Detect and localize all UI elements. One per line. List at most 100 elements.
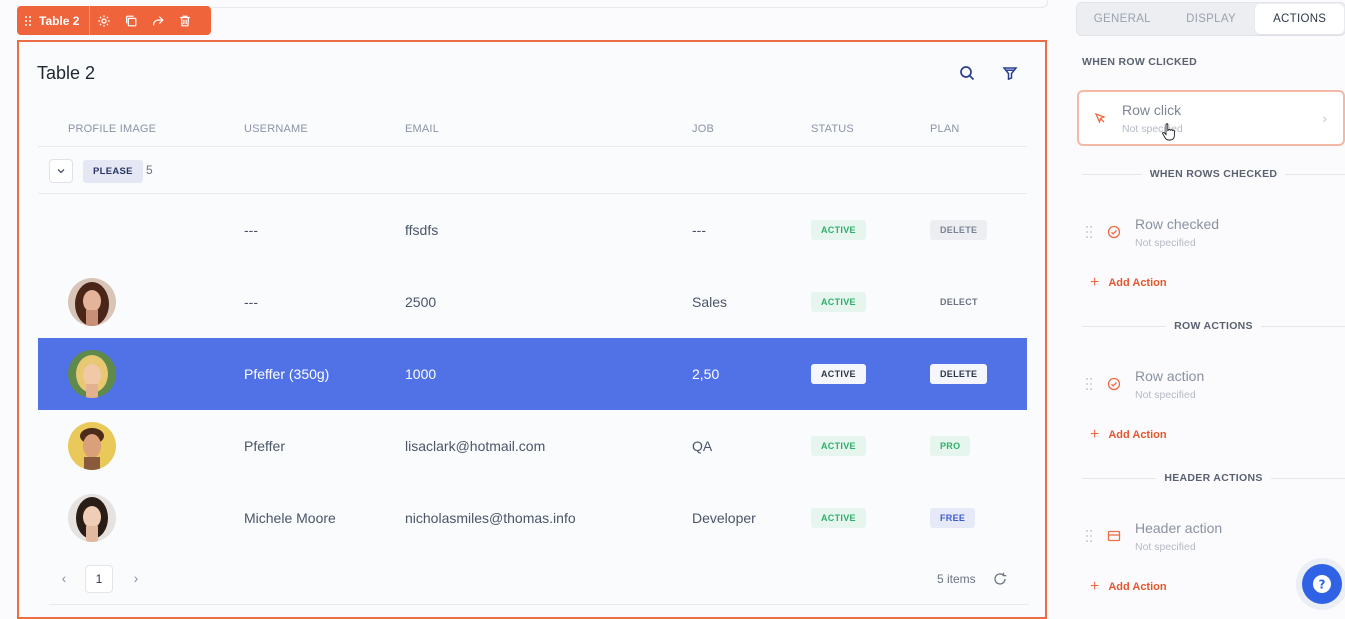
section-title: WHEN ROW CLICKED — [1082, 56, 1198, 68]
username-cell: --- — [244, 222, 258, 238]
tab-general[interactable]: GENERAL — [1078, 4, 1167, 34]
table-row[interactable]: Pfeffer lisaclark@hotmail.com QA ACTIVE … — [38, 410, 1027, 482]
avatar — [68, 350, 116, 398]
plan-badge: PRO — [930, 436, 971, 456]
table-header-row: PROFILE IMAGE USERNAME EMAIL JOB STATUS … — [38, 112, 1027, 146]
group-collapse-button[interactable] — [49, 159, 73, 183]
filter-icon[interactable] — [1001, 64, 1019, 82]
action-subtitle: Not specified — [1135, 389, 1196, 401]
username-cell: Michele Moore — [244, 510, 336, 526]
add-action-button[interactable]: + Add Action — [1090, 579, 1167, 595]
status-badge: ACTIVE — [811, 292, 866, 312]
group-row: PLEASE 5 — [38, 147, 1027, 193]
page-number-button[interactable]: 1 — [85, 565, 113, 593]
drag-handle-icon[interactable] — [17, 15, 39, 27]
job-cell: QA — [692, 438, 713, 454]
svg-text:?: ? — [1319, 578, 1326, 592]
plus-icon: + — [1090, 274, 1100, 291]
group-label-badge: PLEASE — [83, 160, 143, 183]
table-row-selected[interactable]: Pfeffer (350g) 1000 2,50 ACTIVE DELETE — [38, 338, 1027, 410]
table-title: Table 2 — [37, 63, 96, 83]
section-title: ROW ACTIONS — [1082, 320, 1345, 332]
hand-cursor-icon — [1162, 123, 1175, 141]
cursor-click-icon — [1093, 111, 1107, 125]
plan-badge: DELETE — [930, 220, 988, 240]
status-badge: ACTIVE — [811, 436, 866, 456]
help-button[interactable]: ? — [1302, 564, 1342, 604]
help-icon: ? — [1313, 575, 1331, 593]
status-badge: ACTIVE — [811, 220, 866, 240]
inspector-tabs: GENERAL DISPLAY ACTIONS — [1076, 2, 1345, 36]
check-circle-icon — [1107, 225, 1121, 239]
job-cell: 2,50 — [692, 366, 720, 382]
username-cell: --- — [244, 294, 258, 310]
table-row[interactable]: --- ffsdfs --- ACTIVE DELETE — [38, 194, 1027, 266]
plus-icon: + — [1090, 426, 1100, 443]
avatar — [68, 494, 116, 542]
action-label: Header action — [1135, 520, 1223, 536]
column-header[interactable]: STATUS — [811, 112, 854, 146]
chevron-right-icon: › — [1322, 110, 1327, 126]
items-count: 5 items — [937, 572, 976, 586]
job-cell: --- — [692, 222, 706, 238]
row-action-item[interactable]: Row action Not specified — [1082, 363, 1345, 407]
trash-icon[interactable] — [171, 6, 198, 35]
table-row[interactable]: Michele Moore nicholasmiles@thomas.info … — [38, 482, 1027, 554]
column-header[interactable]: PROFILE IMAGE — [68, 112, 156, 146]
avatar — [68, 422, 116, 470]
username-cell: Pfeffer (350g) — [244, 366, 330, 382]
add-action-button[interactable]: + Add Action — [1090, 275, 1167, 291]
next-page-button[interactable]: › — [128, 570, 144, 586]
column-header[interactable]: JOB — [692, 112, 714, 146]
status-badge: ACTIVE — [811, 508, 866, 528]
inspector-panel: GENERAL DISPLAY ACTIONS WHEN ROW CLICKED… — [1060, 0, 1345, 619]
widget-toolbar[interactable]: Table 2 — [17, 6, 211, 35]
refresh-icon[interactable] — [992, 571, 1008, 587]
drag-handle-icon[interactable] — [1085, 376, 1093, 392]
column-header[interactable]: EMAIL — [405, 112, 439, 146]
action-label: Row click — [1122, 102, 1182, 118]
action-label: Row action — [1135, 368, 1205, 384]
header-action-item[interactable]: Header action Not specified — [1082, 515, 1345, 559]
widget-name-label[interactable]: Table 2 — [39, 6, 91, 35]
status-badge: ACTIVE — [811, 364, 866, 384]
email-cell: ffsdfs — [405, 222, 439, 238]
section-title: HEADER ACTIONS — [1082, 472, 1345, 484]
drag-handle-icon[interactable] — [1085, 224, 1093, 240]
column-header[interactable]: PLAN — [930, 112, 960, 146]
action-label: Row checked — [1135, 216, 1220, 232]
plan-badge: FREE — [930, 508, 976, 528]
pagination: ‹ 1 › 5 items — [38, 564, 1027, 594]
gear-icon[interactable] — [90, 6, 117, 35]
email-cell: 1000 — [405, 366, 437, 382]
share-icon[interactable] — [144, 6, 171, 35]
duplicate-icon[interactable] — [117, 6, 144, 35]
header-layout-icon — [1107, 529, 1121, 543]
job-cell: Sales — [692, 294, 728, 310]
prev-page-button[interactable]: ‹ — [56, 570, 72, 586]
check-circle-icon — [1107, 377, 1121, 391]
group-count: 5 — [146, 163, 153, 177]
section-title: WHEN ROWS CHECKED — [1082, 168, 1345, 180]
table-row[interactable]: --- 2500 Sales ACTIVE DELECT — [38, 266, 1027, 338]
email-cell: 2500 — [405, 294, 437, 310]
add-action-button[interactable]: + Add Action — [1090, 427, 1167, 443]
row-checked-action[interactable]: Row checked Not specified — [1082, 211, 1345, 255]
row-click-action-card[interactable]: Row click Not specified › — [1077, 90, 1345, 146]
tab-actions[interactable]: ACTIONS — [1255, 4, 1345, 34]
search-icon[interactable] — [958, 64, 976, 82]
column-header[interactable]: USERNAME — [244, 112, 308, 146]
plus-icon: + — [1090, 578, 1100, 595]
canvas-edge — [212, 0, 1048, 8]
plan-badge: DELECT — [940, 297, 978, 307]
chevron-down-icon — [57, 169, 65, 174]
job-cell: Developer — [692, 510, 756, 526]
tab-display[interactable]: DISPLAY — [1167, 4, 1256, 34]
plan-badge: DELETE — [930, 364, 988, 384]
username-cell: Pfeffer — [244, 438, 285, 454]
table-widget[interactable]: Table 2 PROFILE IMAGE USERNAME EMAIL JOB… — [17, 40, 1047, 619]
drag-handle-icon[interactable] — [1085, 528, 1093, 544]
divider — [49, 604, 1029, 605]
avatar — [68, 278, 116, 326]
action-subtitle: Not specified — [1135, 237, 1196, 249]
